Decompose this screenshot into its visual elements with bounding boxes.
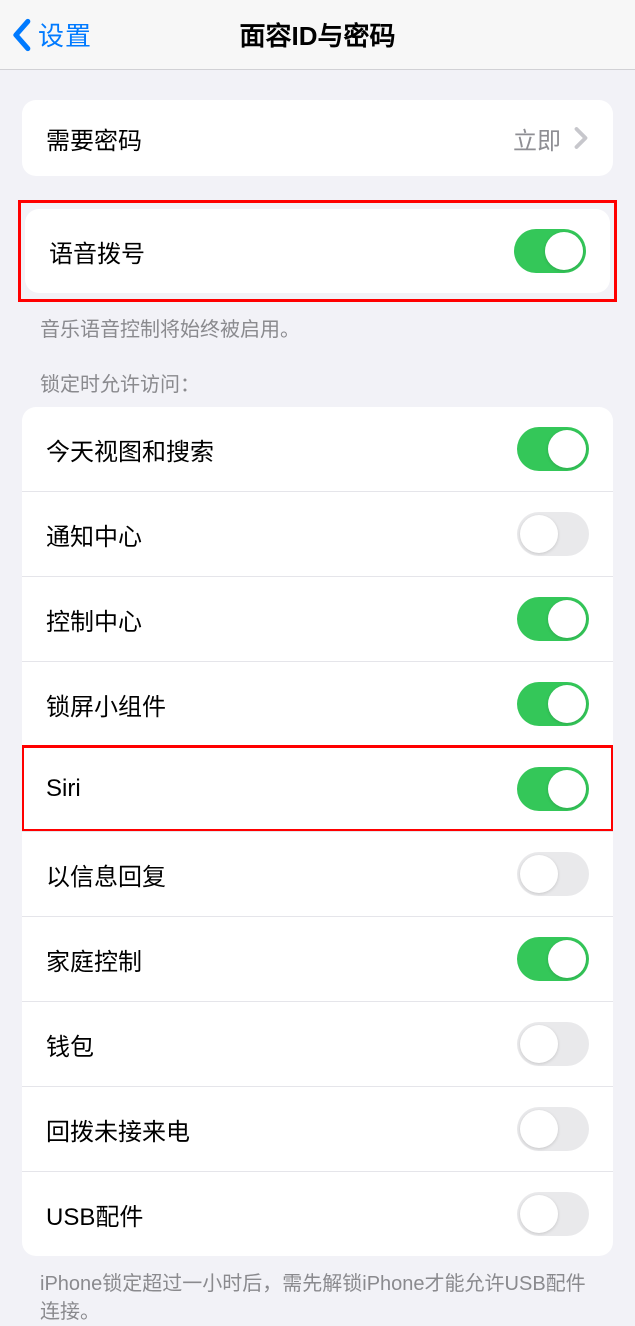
lock-access-toggle[interactable]	[517, 1022, 589, 1066]
lock-access-toggle[interactable]	[517, 852, 589, 896]
lock-access-row: 今天视图和搜索	[22, 407, 613, 491]
lock-access-toggle[interactable]	[517, 427, 589, 471]
lock-access-label: 钱包	[46, 1027, 94, 1062]
lock-access-toggle[interactable]	[517, 1107, 589, 1151]
lock-access-label: USB配件	[46, 1197, 143, 1232]
lock-access-row: USB配件	[22, 1171, 613, 1256]
lock-access-toggle[interactable]	[517, 1192, 589, 1236]
lock-access-label: 回拨未接来电	[46, 1112, 190, 1147]
voice-dial-card: 语音拨号	[25, 209, 610, 293]
chevron-right-icon	[573, 126, 589, 150]
lock-access-row: Siri	[22, 746, 613, 831]
highlight-voice-dial: 语音拨号	[18, 200, 617, 302]
lock-access-label: Siri	[46, 775, 81, 803]
require-passcode-label: 需要密码	[46, 121, 142, 156]
lock-access-row: 钱包	[22, 1001, 613, 1086]
require-passcode-value: 立即	[513, 121, 561, 156]
lock-access-row: 回拨未接来电	[22, 1086, 613, 1171]
lock-access-label: 控制中心	[46, 602, 142, 637]
lock-access-toggle[interactable]	[517, 512, 589, 556]
lock-access-toggle[interactable]	[517, 682, 589, 726]
lock-access-row: 控制中心	[22, 576, 613, 661]
voice-dial-label: 语音拨号	[49, 234, 145, 269]
lock-access-label: 家庭控制	[46, 942, 142, 977]
passcode-card: 需要密码 立即	[22, 100, 613, 176]
lock-access-label: 通知中心	[46, 517, 142, 552]
lock-access-label: 以信息回复	[46, 857, 166, 892]
lock-access-row: 通知中心	[22, 491, 613, 576]
lock-access-header: 锁定时允许访问：	[40, 368, 595, 397]
voice-dial-footer: 音乐语音控制将始终被启用。	[40, 316, 595, 344]
lock-access-toggle[interactable]	[517, 597, 589, 641]
lock-access-label: 锁屏小组件	[46, 687, 166, 722]
lock-access-row: 家庭控制	[22, 916, 613, 1001]
lock-access-row: 以信息回复	[22, 831, 613, 916]
lock-access-footer: iPhone锁定超过一小时后，需先解锁iPhone才能允许USB配件连接。	[40, 1270, 595, 1326]
lock-access-label: 今天视图和搜索	[46, 432, 214, 467]
chevron-left-icon	[10, 18, 32, 52]
voice-dial-row: 语音拨号	[25, 209, 610, 293]
require-passcode-row[interactable]: 需要密码 立即	[22, 100, 613, 176]
lock-access-toggle[interactable]	[517, 767, 589, 811]
voice-dial-toggle[interactable]	[514, 229, 586, 273]
page-title: 面容ID与密码	[239, 16, 395, 53]
lock-access-row: 锁屏小组件	[22, 661, 613, 746]
navigation-bar: 设置 面容ID与密码	[0, 0, 635, 70]
back-button[interactable]: 设置	[0, 16, 92, 53]
lock-access-toggle[interactable]	[517, 937, 589, 981]
lock-access-card: 今天视图和搜索通知中心控制中心锁屏小组件 Siri 以信息回复家庭控制钱包回拨未接来…	[22, 407, 613, 1256]
back-label: 设置	[38, 16, 92, 53]
